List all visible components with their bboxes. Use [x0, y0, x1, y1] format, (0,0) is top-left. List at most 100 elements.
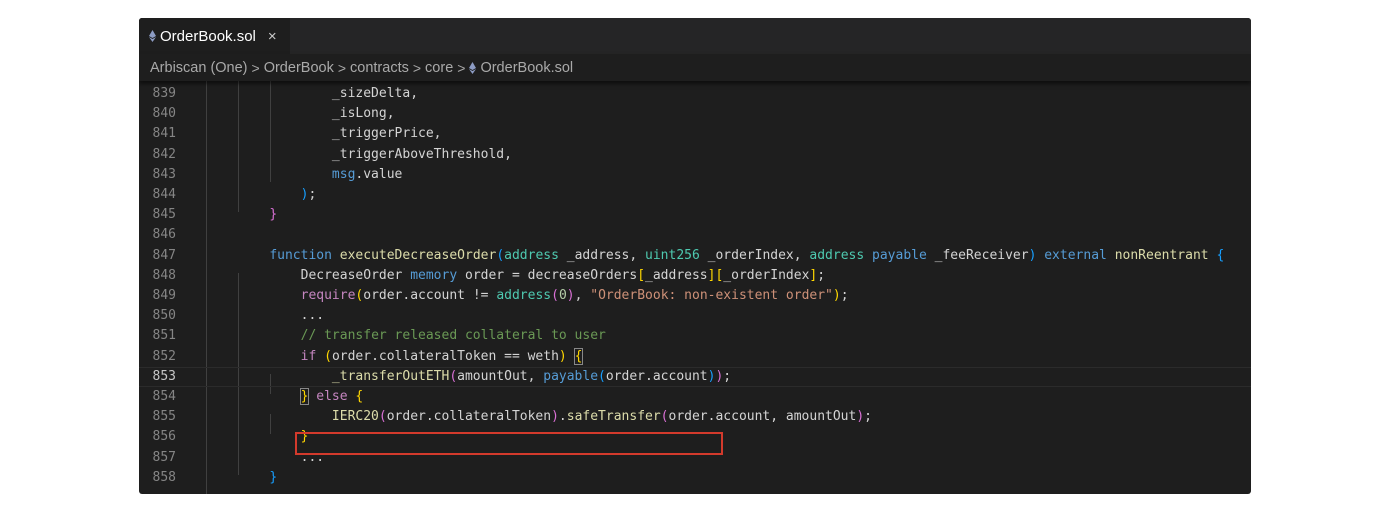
code-line[interactable]: 846 [139, 225, 1251, 245]
breadcrumb-item-core[interactable]: core [425, 60, 453, 76]
code-token: external [1044, 247, 1107, 263]
code-text: IERC20(order.collateralToken).safeTransf… [238, 407, 872, 427]
code-token: _isLong [331, 106, 387, 122]
code-text: } [238, 205, 277, 225]
code-token: executeDecreaseOrder [339, 247, 497, 263]
code-token: else [316, 389, 348, 404]
code-token: amountOut, [457, 368, 544, 384]
line-number: 854 [152, 389, 176, 404]
code-token: .value [355, 166, 403, 182]
code-line[interactable]: 845 } [139, 205, 1251, 225]
code-line[interactable]: 842 _triggerAboveThreshold, [139, 145, 1251, 165]
code-token: _orderIndex [723, 267, 810, 283]
code-line[interactable]: 855 IERC20(order.collateralToken).safeTr… [139, 407, 1251, 427]
code-text: DecreaseOrder memory order = decreaseOrd… [238, 266, 825, 286]
code-text: ); [238, 185, 317, 205]
code-token: } [269, 207, 278, 223]
code-token: 0 [558, 288, 567, 303]
code-line[interactable]: 858 } [139, 468, 1251, 488]
code-text: // transfer released collateral to user [238, 326, 606, 346]
code-line[interactable]: 843 msg.value [139, 165, 1251, 185]
code-line[interactable]: 848 DecreaseOrder memory order = decreas… [139, 266, 1251, 286]
code-token: payable [543, 368, 599, 384]
code-token: . [558, 409, 567, 425]
code-token: [ [637, 267, 646, 283]
code-token: address [504, 247, 559, 263]
code-token: ) [832, 288, 841, 303]
line-number: 848 [152, 267, 176, 283]
line-number: 839 [152, 86, 176, 101]
line-number: 845 [152, 207, 176, 223]
line-number: 857 [152, 449, 176, 465]
chevron-right-icon: > [412, 59, 422, 76]
code-text: if (order.collateralToken == weth) { [238, 347, 584, 367]
code-token: IERC20 [331, 409, 379, 425]
code-token: ( [324, 348, 332, 364]
code-token: { [573, 347, 584, 365]
code-token: DecreaseOrder [300, 267, 403, 283]
code-token: ) [856, 409, 865, 425]
code-line[interactable]: 839 _sizeDelta, [139, 84, 1251, 104]
chevron-right-icon: > [337, 59, 347, 76]
code-token: _feeReceiver [926, 247, 1029, 263]
code-line[interactable]: 840 _isLong, [139, 104, 1251, 124]
line-number: 843 [152, 166, 176, 182]
code-token: require [300, 288, 356, 303]
breadcrumb-item-orderbook[interactable]: OrderBook [264, 60, 334, 76]
code-line[interactable]: 841 _triggerPrice, [139, 124, 1251, 144]
breadcrumb-item-arbiscan[interactable]: Arbiscan (One) [150, 60, 248, 76]
code-token: ) [558, 348, 567, 364]
line-number: 841 [152, 126, 176, 142]
code-token: , [504, 146, 512, 162]
code-text: msg.value [238, 165, 402, 185]
code-token: , [386, 106, 395, 122]
close-icon[interactable]: × [268, 29, 277, 44]
code-text: _triggerAboveThreshold, [238, 145, 512, 165]
code-text: function executeDecreaseOrder(address _a… [238, 246, 1224, 266]
code-token: ; [864, 409, 872, 425]
line-number: 855 [152, 409, 176, 425]
code-line[interactable]: 851 // transfer released collateral to u… [139, 326, 1251, 346]
code-token: ; [840, 288, 849, 303]
code-line[interactable]: 849 require(order.account != address(0),… [139, 286, 1251, 306]
code-line[interactable]: 844 ); [139, 185, 1251, 205]
code-line[interactable]: 850 ... [139, 306, 1251, 326]
code-token: ( [449, 368, 458, 384]
code-editor[interactable]: 839 _sizeDelta, 840 _isLong, 841 _triggerP… [139, 81, 1251, 494]
editor-window: OrderBook.sol × Arbiscan (One) > OrderBo… [139, 18, 1251, 494]
code-text: } [238, 468, 277, 488]
code-line[interactable]: 854 } else { [139, 387, 1251, 407]
code-token: payable [872, 247, 927, 263]
code-token: ; [723, 368, 732, 384]
code-token: ) [551, 409, 559, 425]
line-number: 850 [152, 308, 176, 324]
tab-orderbook-sol[interactable]: OrderBook.sol × [139, 18, 290, 54]
ethereum-icon [469, 61, 477, 74]
code-line[interactable]: 847 function executeDecreaseOrder(addres… [139, 246, 1251, 266]
breadcrumb-item-contracts[interactable]: contracts [350, 60, 409, 76]
code-token: _triggerAboveThreshold [331, 146, 505, 162]
line-number: 840 [152, 106, 176, 122]
code-token: nonReentrant [1114, 247, 1209, 263]
code-token: order.account != [363, 288, 497, 303]
code-text: _sizeDelta, [238, 84, 418, 104]
code-token: _address [645, 267, 708, 283]
code-line[interactable]: 852 if (order.collateralToken == weth) { [139, 347, 1251, 367]
code-text: ... [238, 306, 324, 326]
breadcrumb: Arbiscan (One) > OrderBook > contracts >… [139, 54, 1251, 81]
code-line[interactable]: 853 _transferOutETH(amountOut, payable(o… [139, 367, 1251, 387]
code-token: ; [308, 187, 317, 202]
breadcrumb-item-file[interactable]: OrderBook.sol [469, 60, 573, 76]
